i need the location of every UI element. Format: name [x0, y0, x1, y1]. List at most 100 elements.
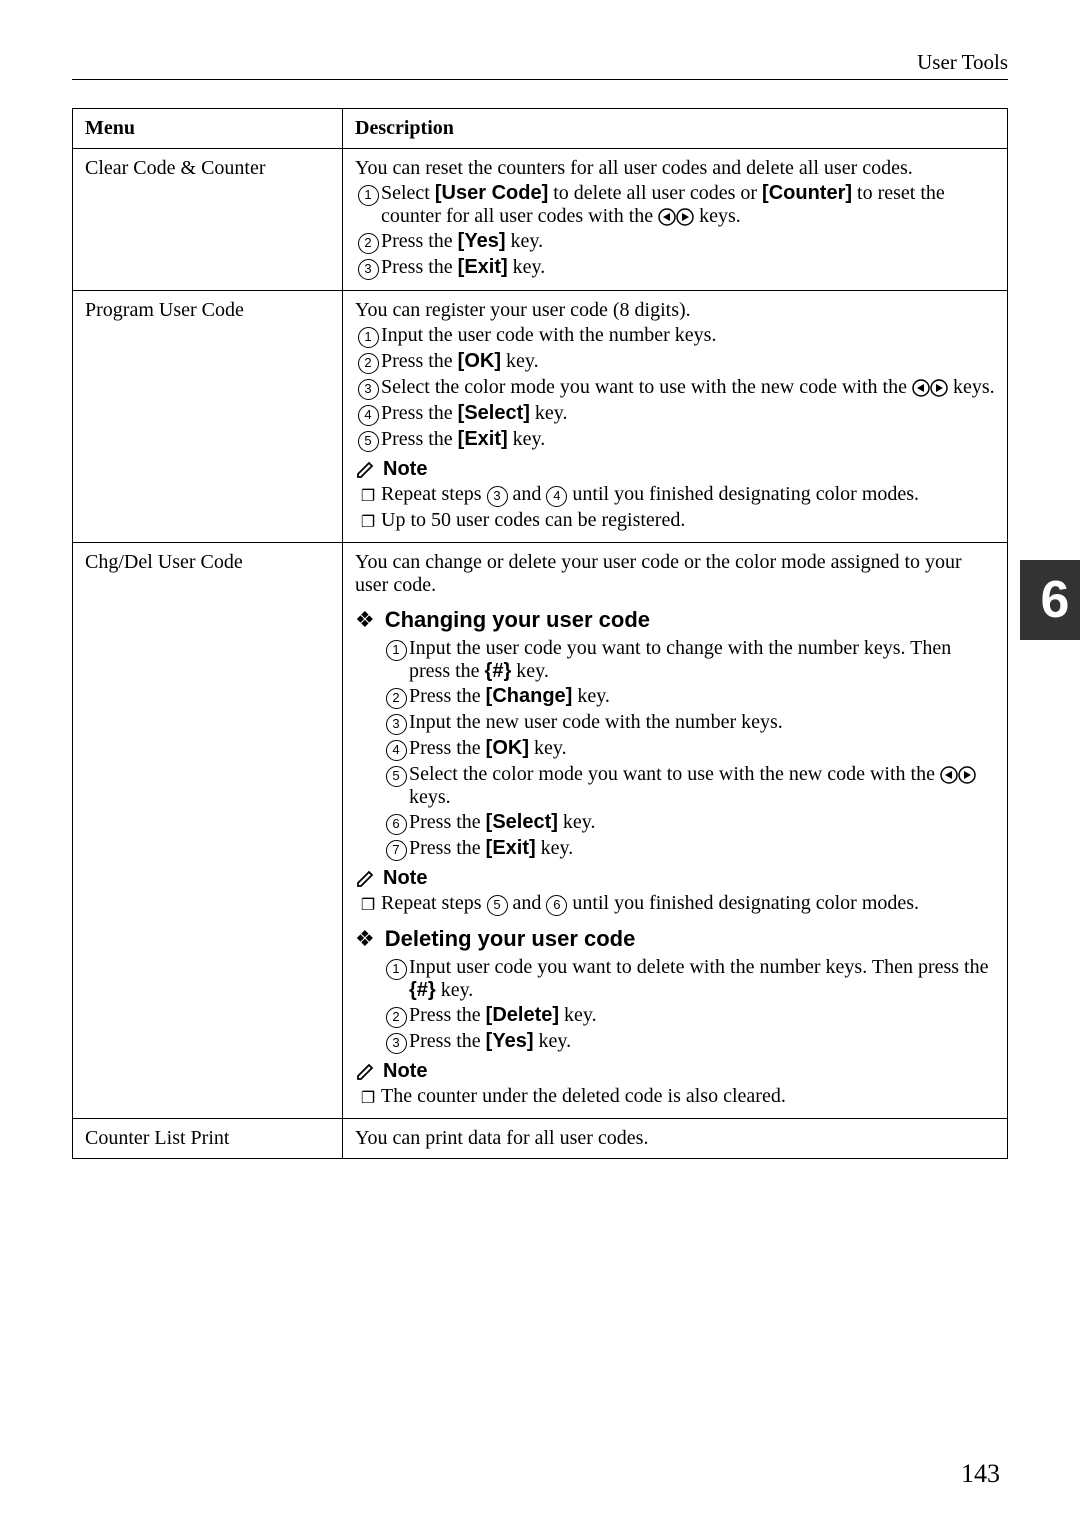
circled-number-icon: 5 — [355, 428, 381, 452]
checkbox-icon: ❐ — [355, 892, 381, 915]
table-row: Counter List Print You can print data fo… — [73, 1119, 1008, 1159]
note-label: Note — [383, 867, 427, 890]
col-header-menu: Menu — [73, 109, 343, 149]
circled-number-icon: 4 — [546, 486, 567, 507]
hash-key-icon: {#} — [409, 979, 436, 1001]
note-label: Note — [383, 1060, 427, 1083]
circled-number-icon: 2 — [383, 685, 409, 709]
note-heading: Note — [355, 458, 995, 481]
step: 1 Select [User Code] to delete all user … — [355, 182, 995, 228]
left-right-keys-icon — [912, 379, 948, 397]
checkbox-icon: ❐ — [355, 1085, 381, 1108]
note-item: ❐ Repeat steps 5 and 6 until you finishe… — [355, 892, 995, 916]
header-section: User Tools — [917, 50, 1008, 75]
step: 1 Input user code you want to delete wit… — [383, 956, 995, 1002]
circled-number-icon: 1 — [355, 182, 381, 206]
description-cell: You can reset the counters for all user … — [343, 149, 1008, 291]
chapter-number: 6 — [1041, 570, 1070, 630]
step-text: Press the [Exit] key. — [409, 837, 573, 860]
step-text: Input user code you want to delete with … — [409, 956, 995, 1002]
step: 3 Select the color mode you want to use … — [355, 376, 995, 400]
step: 3 Press the [Exit] key. — [355, 256, 995, 280]
intro-text: You can reset the counters for all user … — [355, 157, 995, 180]
pencil-icon — [355, 1061, 377, 1083]
menu-table: Menu Description Clear Code & Counter Yo… — [72, 108, 1008, 1159]
note-heading: Note — [355, 867, 995, 890]
step-text: Input the user code you want to change w… — [409, 637, 995, 683]
step: 2 Press the [Delete] key. — [383, 1004, 995, 1028]
left-right-keys-icon — [940, 766, 976, 784]
circled-number-icon: 1 — [383, 637, 409, 661]
step: 5 Select the color mode you want to use … — [383, 763, 995, 809]
subsection-heading: ❖ Deleting your user code — [355, 926, 995, 952]
page-number: 143 — [961, 1459, 1000, 1489]
circled-number-icon: 4 — [383, 737, 409, 761]
circled-number-icon: 2 — [355, 230, 381, 254]
step-text: Press the [Change] key. — [409, 685, 610, 708]
description-cell: You can print data for all user codes. — [343, 1119, 1008, 1159]
subsection-body: 1 Input the user code you want to change… — [355, 637, 995, 861]
step: 1 Input the user code you want to change… — [383, 637, 995, 683]
description-cell: You can register your user code (8 digit… — [343, 291, 1008, 543]
note-item: ❐ Repeat steps 3 and 4 until you finishe… — [355, 483, 995, 507]
step-text: Press the [Select] key. — [409, 811, 596, 834]
step: 1 Input the user code with the number ke… — [355, 324, 995, 348]
step-text: Press the [OK] key. — [409, 737, 567, 760]
step: 2 Press the [OK] key. — [355, 350, 995, 374]
note-item: ❐ Up to 50 user codes can be registered. — [355, 509, 995, 532]
step: 6 Press the [Select] key. — [383, 811, 995, 835]
subsection-title: Deleting your user code — [385, 926, 636, 952]
step-text: Press the [Exit] key. — [381, 428, 545, 451]
step-text: Press the [Yes] key. — [381, 230, 543, 253]
step: 4 Press the [Select] key. — [355, 402, 995, 426]
note-text: Repeat steps 5 and 6 until you finished … — [381, 892, 919, 916]
checkbox-icon: ❐ — [355, 509, 381, 532]
subsection-body: 1 Input user code you want to delete wit… — [355, 956, 995, 1054]
page: User Tools 6 Menu Description Clear Code… — [0, 0, 1080, 1529]
step-text: Press the [Select] key. — [381, 402, 568, 425]
left-right-keys-icon — [658, 208, 694, 226]
menu-cell: Counter List Print — [73, 1119, 343, 1159]
circled-number-icon: 5 — [383, 763, 409, 787]
step-text: Press the [OK] key. — [381, 350, 539, 373]
step: 2 Press the [Yes] key. — [355, 230, 995, 254]
circled-number-icon: 3 — [355, 256, 381, 280]
note-label: Note — [383, 458, 427, 481]
step-text: Input the user code with the number keys… — [381, 324, 716, 347]
table-row: Chg/Del User Code You can change or dele… — [73, 543, 1008, 1119]
step-text: Press the [Yes] key. — [409, 1030, 571, 1053]
circled-number-icon: 3 — [383, 711, 409, 735]
step: 7 Press the [Exit] key. — [383, 837, 995, 861]
menu-cell: Clear Code & Counter — [73, 149, 343, 291]
step-text: Input the new user code with the number … — [409, 711, 783, 734]
circled-number-icon: 3 — [487, 486, 508, 507]
note-text: The counter under the deleted code is al… — [381, 1085, 786, 1108]
note-item: ❐ The counter under the deleted code is … — [355, 1085, 995, 1108]
pencil-icon — [355, 459, 377, 481]
chapter-tab: 6 — [1020, 560, 1080, 640]
checkbox-icon: ❐ — [355, 483, 381, 506]
diamond-icon: ❖ — [355, 609, 375, 631]
step-text: Press the [Exit] key. — [381, 256, 545, 279]
description-cell: You can change or delete your user code … — [343, 543, 1008, 1119]
circled-number-icon: 2 — [355, 350, 381, 374]
circled-number-icon: 5 — [487, 895, 508, 916]
menu-cell: Program User Code — [73, 291, 343, 543]
circled-number-icon: 4 — [355, 402, 381, 426]
step: 5 Press the [Exit] key. — [355, 428, 995, 452]
step-text: Press the [Delete] key. — [409, 1004, 597, 1027]
step: 4 Press the [OK] key. — [383, 737, 995, 761]
circled-number-icon: 6 — [383, 811, 409, 835]
note-text: Repeat steps 3 and 4 until you finished … — [381, 483, 919, 507]
pencil-icon — [355, 868, 377, 890]
step: 2 Press the [Change] key. — [383, 685, 995, 709]
diamond-icon: ❖ — [355, 928, 375, 950]
subsection-title: Changing your user code — [385, 607, 650, 633]
circled-number-icon: 1 — [383, 956, 409, 980]
page-header: User Tools — [72, 50, 1008, 80]
intro-text: You can register your user code (8 digit… — [355, 299, 995, 322]
hash-key-icon: {#} — [485, 660, 512, 682]
step-text: Select the color mode you want to use wi… — [381, 376, 995, 399]
circled-number-icon: 3 — [355, 376, 381, 400]
subsection-heading: ❖ Changing your user code — [355, 607, 995, 633]
